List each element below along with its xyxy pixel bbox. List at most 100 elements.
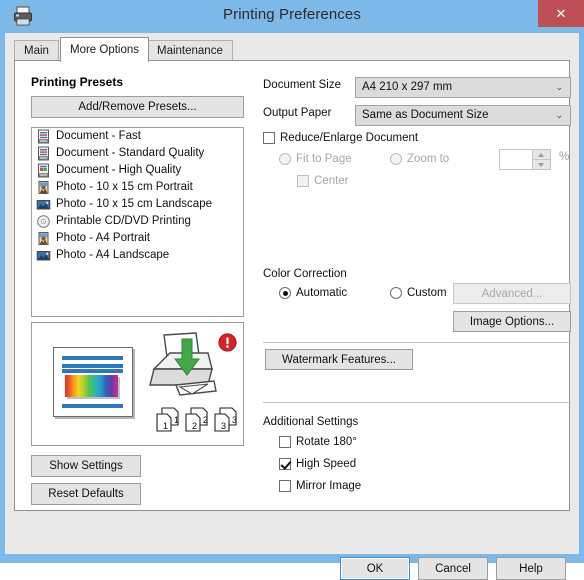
list-item-label: Document - Fast — [56, 130, 141, 142]
list-item[interactable]: Photo - 10 x 15 cm Portrait — [32, 179, 243, 196]
document-size-label: Document Size — [263, 79, 341, 91]
checkbox-box — [279, 458, 291, 470]
automatic-label: Automatic — [296, 287, 348, 299]
photo-portrait-icon — [36, 231, 51, 246]
reduce-enlarge-checkbox[interactable]: Reduce/Enlarge Document — [263, 132, 418, 144]
stepper-buttons[interactable] — [532, 150, 550, 169]
output-paper-value: Same as Document Size — [362, 109, 489, 121]
chevron-down-icon: ⌄ — [555, 82, 563, 92]
additional-settings-label: Additional Settings — [263, 416, 359, 428]
output-paper-label: Output Paper — [263, 107, 332, 119]
list-item[interactable]: Photo - 10 x 15 cm Landscape — [32, 196, 243, 213]
tab-maintenance[interactable]: Maintenance — [147, 40, 233, 61]
color-correction-custom-radio[interactable]: Custom — [390, 287, 447, 299]
list-item-label: Photo - 10 x 15 cm Portrait — [56, 181, 193, 193]
svg-text:2: 2 — [192, 421, 197, 431]
percent-sign-label: % — [559, 151, 570, 163]
radio-button — [279, 287, 291, 299]
svg-text:1: 1 — [163, 421, 168, 431]
list-item-label: Photo - 10 x 15 cm Landscape — [56, 198, 212, 210]
svg-text:1: 1 — [174, 415, 179, 425]
document-size-select[interactable]: A4 210 x 297 mm ⌄ — [355, 77, 571, 98]
checkbox-box — [297, 175, 309, 187]
reset-defaults-button[interactable]: Reset Defaults — [31, 483, 141, 505]
output-paper-select[interactable]: Same as Document Size ⌄ — [355, 105, 571, 126]
custom-label: Custom — [407, 287, 447, 299]
list-item-label: Document - High Quality — [56, 164, 182, 176]
list-item[interactable]: Printable CD/DVD Printing — [32, 213, 243, 230]
svg-text:3: 3 — [232, 415, 237, 425]
more-options-panel: Printing Presets Add/Remove Presets... D… — [14, 60, 571, 511]
zoom-value-stepper[interactable] — [499, 149, 551, 170]
list-item-label: Printable CD/DVD Printing — [56, 215, 191, 227]
advanced-button: Advanced... — [453, 283, 571, 304]
photo-portrait-icon — [36, 180, 51, 195]
list-item[interactable]: Photo - A4 Portrait — [32, 230, 243, 247]
mirror-image-checkbox[interactable]: Mirror Image — [279, 480, 361, 492]
svg-text:2: 2 — [203, 415, 208, 425]
stepper-down-icon[interactable] — [533, 160, 550, 169]
list-item[interactable]: Document - High Quality — [32, 162, 243, 179]
checkbox-box — [263, 132, 275, 144]
document-preview-icon — [53, 347, 133, 417]
rotate-180-checkbox[interactable]: Rotate 180° — [279, 436, 357, 448]
list-item-label: Photo - A4 Portrait — [56, 232, 150, 244]
fit-to-page-radio[interactable]: Fit to Page — [279, 153, 352, 165]
help-button[interactable]: Help — [496, 557, 566, 580]
checkbox-box — [279, 480, 291, 492]
checkbox-box — [279, 436, 291, 448]
reduce-enlarge-label: Reduce/Enlarge Document — [280, 132, 419, 144]
watermark-features-button[interactable]: Watermark Features... — [265, 349, 413, 370]
section-divider — [263, 342, 571, 343]
document-size-value: A4 210 x 297 mm — [362, 81, 453, 93]
printing-presets-heading: Printing Presets — [31, 75, 124, 89]
printer-feed-icon — [142, 331, 220, 401]
list-item[interactable]: Photo - A4 Landscape — [32, 247, 243, 264]
document-icon — [36, 129, 51, 144]
section-divider — [263, 402, 571, 403]
tab-more-options[interactable]: More Options — [60, 37, 150, 62]
zoom-to-label: Zoom to — [407, 153, 450, 165]
add-remove-presets-button[interactable]: Add/Remove Presets... — [31, 96, 244, 118]
window-title: Printing Preferences — [223, 6, 361, 23]
cd-disc-icon — [36, 214, 51, 229]
presets-list[interactable]: Document - Fast Document - Standard Qual… — [31, 127, 244, 317]
list-item-label: Photo - A4 Landscape — [56, 249, 170, 261]
document-color-icon — [36, 163, 51, 178]
photo-landscape-icon — [36, 197, 51, 212]
show-settings-button[interactable]: Show Settings — [31, 455, 141, 477]
warning-badge-icon — [218, 333, 237, 352]
document-icon — [36, 146, 51, 161]
list-item-label: Document - Standard Quality — [56, 147, 205, 159]
color-correction-automatic-radio[interactable]: Automatic — [279, 287, 347, 299]
mirror-image-label: Mirror Image — [296, 480, 362, 492]
cancel-button[interactable]: Cancel — [418, 557, 488, 580]
photo-landscape-icon — [36, 248, 51, 263]
print-preview-box: 1 1 2 2 3 3 — [31, 322, 244, 446]
rotate-180-label: Rotate 180° — [296, 436, 357, 448]
zoom-to-radio[interactable]: Zoom to — [390, 153, 449, 165]
center-label: Center — [314, 175, 349, 187]
high-speed-label: High Speed — [296, 458, 357, 470]
ok-button[interactable]: OK — [340, 557, 410, 580]
stepper-up-icon[interactable] — [533, 150, 550, 160]
radio-button — [390, 153, 402, 165]
svg-text:3: 3 — [221, 421, 226, 431]
high-speed-checkbox[interactable]: High Speed — [279, 458, 356, 470]
tab-main[interactable]: Main — [14, 40, 59, 61]
color-correction-label: Color Correction — [263, 268, 347, 280]
dialog-client-area: Main More Options Maintenance Printing P… — [5, 33, 579, 580]
center-checkbox[interactable]: Center — [297, 175, 349, 187]
radio-button — [279, 153, 291, 165]
list-item[interactable]: Document - Standard Quality — [32, 145, 243, 162]
image-options-button[interactable]: Image Options... — [453, 311, 571, 332]
close-button[interactable]: ✕ — [538, 0, 584, 27]
color-gradient-bar — [65, 375, 118, 397]
radio-button — [390, 287, 402, 299]
fit-to-page-label: Fit to Page — [296, 153, 352, 165]
chevron-down-icon: ⌄ — [555, 110, 563, 120]
page-order-icons: 1 1 2 2 3 3 — [154, 405, 240, 435]
title-bar: Printing Preferences ✕ — [0, 0, 584, 33]
printing-preferences-window: Printing Preferences ✕ Main More Options… — [0, 0, 584, 580]
list-item[interactable]: Document - Fast — [32, 128, 243, 145]
